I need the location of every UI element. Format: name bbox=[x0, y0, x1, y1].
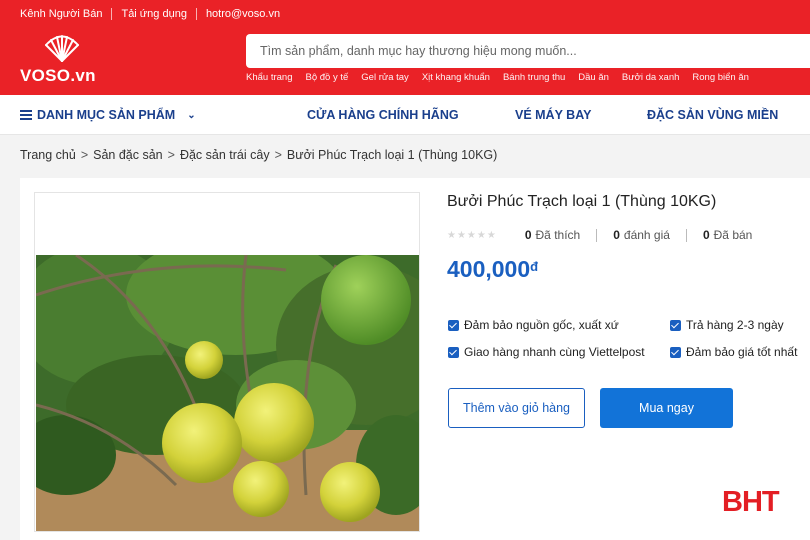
watermark-logo: BHT bbox=[722, 486, 780, 518]
breadcrumb: Trang chủ > Sản đặc sản > Đặc sản trái c… bbox=[20, 148, 497, 162]
product-photo[interactable] bbox=[36, 255, 419, 531]
add-to-cart-button[interactable]: Thêm vào giỏ hàng bbox=[448, 388, 585, 428]
category-menu-button[interactable]: DANH MỤC SẢN PHẨM ⌄ bbox=[20, 108, 196, 122]
quick-links: Khẩu trang Bộ đồ y tế Gel rửa tay Xịt kh… bbox=[246, 72, 762, 83]
breadcrumb-home[interactable]: Trang chủ bbox=[20, 148, 76, 162]
site-logo[interactable]: VOSO.vn bbox=[20, 32, 110, 88]
search-input[interactable] bbox=[246, 34, 810, 68]
chevron-right-icon: > bbox=[80, 148, 89, 162]
support-email-link[interactable]: hotro@voso.vn bbox=[206, 8, 280, 20]
checkbox-checked-icon bbox=[448, 319, 459, 331]
nav-official-stores[interactable]: CỬA HÀNG CHÍNH HÃNG bbox=[307, 108, 459, 122]
reviews-count: 0 bbox=[613, 228, 620, 242]
feature-label: Đảm bảo giá tốt nhất bbox=[686, 345, 798, 359]
product-price: 400,000đ bbox=[447, 256, 538, 283]
breadcrumb-current: Bưởi Phúc Trạch loại 1 (Thùng 10KG) bbox=[286, 148, 498, 162]
search-bar bbox=[246, 34, 810, 68]
quick-link[interactable]: Khẩu trang bbox=[246, 72, 292, 83]
feature-item: Giao hàng nhanh cùng Viettelpost bbox=[448, 345, 645, 359]
product-stats: ★★★★★ 0 Đã thích 0 đánh giá 0 Đã bán bbox=[447, 228, 752, 242]
quick-link[interactable]: Bộ đồ y tế bbox=[305, 72, 348, 83]
chevron-right-icon: > bbox=[274, 148, 282, 162]
download-app-link[interactable]: Tải ứng dụng bbox=[121, 8, 186, 20]
checkbox-checked-icon bbox=[448, 346, 459, 358]
seller-channel-link[interactable]: Kênh Người Bán bbox=[20, 8, 102, 20]
feature-item: Đảm bảo giá tốt nhất bbox=[670, 345, 797, 359]
category-menu-label: DANH MỤC SẢN PHẨM bbox=[37, 108, 176, 122]
quick-link[interactable]: Gel rửa tay bbox=[361, 72, 409, 83]
feature-item: Đảm bảo nguồn gốc, xuất xứ bbox=[448, 318, 619, 332]
nav-regional-specialties[interactable]: ĐẶC SẢN VÙNG MIỀN bbox=[647, 108, 778, 122]
likes-count: 0 bbox=[524, 228, 532, 242]
reviews-label: đánh giá bbox=[623, 228, 670, 242]
feature-label: Trả hàng 2-3 ngày bbox=[686, 318, 784, 332]
quick-link[interactable]: Rong biển ăn bbox=[692, 72, 749, 83]
menu-icon bbox=[20, 110, 32, 120]
divider bbox=[685, 228, 687, 242]
currency-symbol: đ bbox=[530, 259, 539, 274]
checkbox-checked-icon bbox=[670, 319, 681, 331]
chevron-down-icon: ⌄ bbox=[187, 109, 196, 121]
divider bbox=[195, 8, 197, 20]
quick-link[interactable]: Dầu ăn bbox=[578, 72, 609, 83]
price-value: 400,000 bbox=[447, 256, 531, 282]
feature-item: Trả hàng 2-3 ngày bbox=[670, 318, 784, 332]
site-header: Kênh Người Bán Tải ứng dụng hotro@voso.v… bbox=[0, 0, 810, 95]
product-title: Bưởi Phúc Trạch loại 1 (Thùng 10KG) bbox=[447, 193, 717, 210]
likes-label: Đã thích bbox=[535, 228, 581, 242]
nav-flight-tickets[interactable]: VÉ MÁY BAY bbox=[515, 108, 591, 122]
breadcrumb-specialty[interactable]: Sản đặc sản bbox=[93, 148, 163, 162]
category-nav: DANH MỤC SẢN PHẨM ⌄ CỬA HÀNG CHÍNH HÃNG … bbox=[0, 95, 810, 135]
quick-link[interactable]: Bưởi da xanh bbox=[622, 72, 679, 83]
sold-count: 0 bbox=[702, 228, 710, 242]
sold-label: Đã bán bbox=[713, 228, 753, 242]
breadcrumb-fruit[interactable]: Đặc sản trái cây bbox=[180, 148, 270, 162]
quick-link[interactable]: Xịt khang khuẩn bbox=[422, 72, 490, 83]
quick-link[interactable]: Bánh trung thu bbox=[503, 72, 565, 83]
chevron-right-icon: > bbox=[167, 148, 175, 162]
buy-now-button[interactable]: Mua ngay bbox=[600, 388, 733, 428]
divider bbox=[111, 8, 113, 20]
shell-logo-icon bbox=[45, 35, 79, 62]
rating-stars: ★★★★★ bbox=[447, 229, 497, 241]
divider bbox=[596, 228, 598, 242]
checkbox-checked-icon bbox=[670, 346, 681, 358]
top-links: Kênh Người Bán Tải ứng dụng hotro@voso.v… bbox=[20, 8, 280, 20]
feature-label: Giao hàng nhanh cùng Viettelpost bbox=[464, 345, 645, 359]
logo-text: VOSO.vn bbox=[20, 66, 96, 85]
feature-label: Đảm bảo nguồn gốc, xuất xứ bbox=[464, 318, 619, 332]
